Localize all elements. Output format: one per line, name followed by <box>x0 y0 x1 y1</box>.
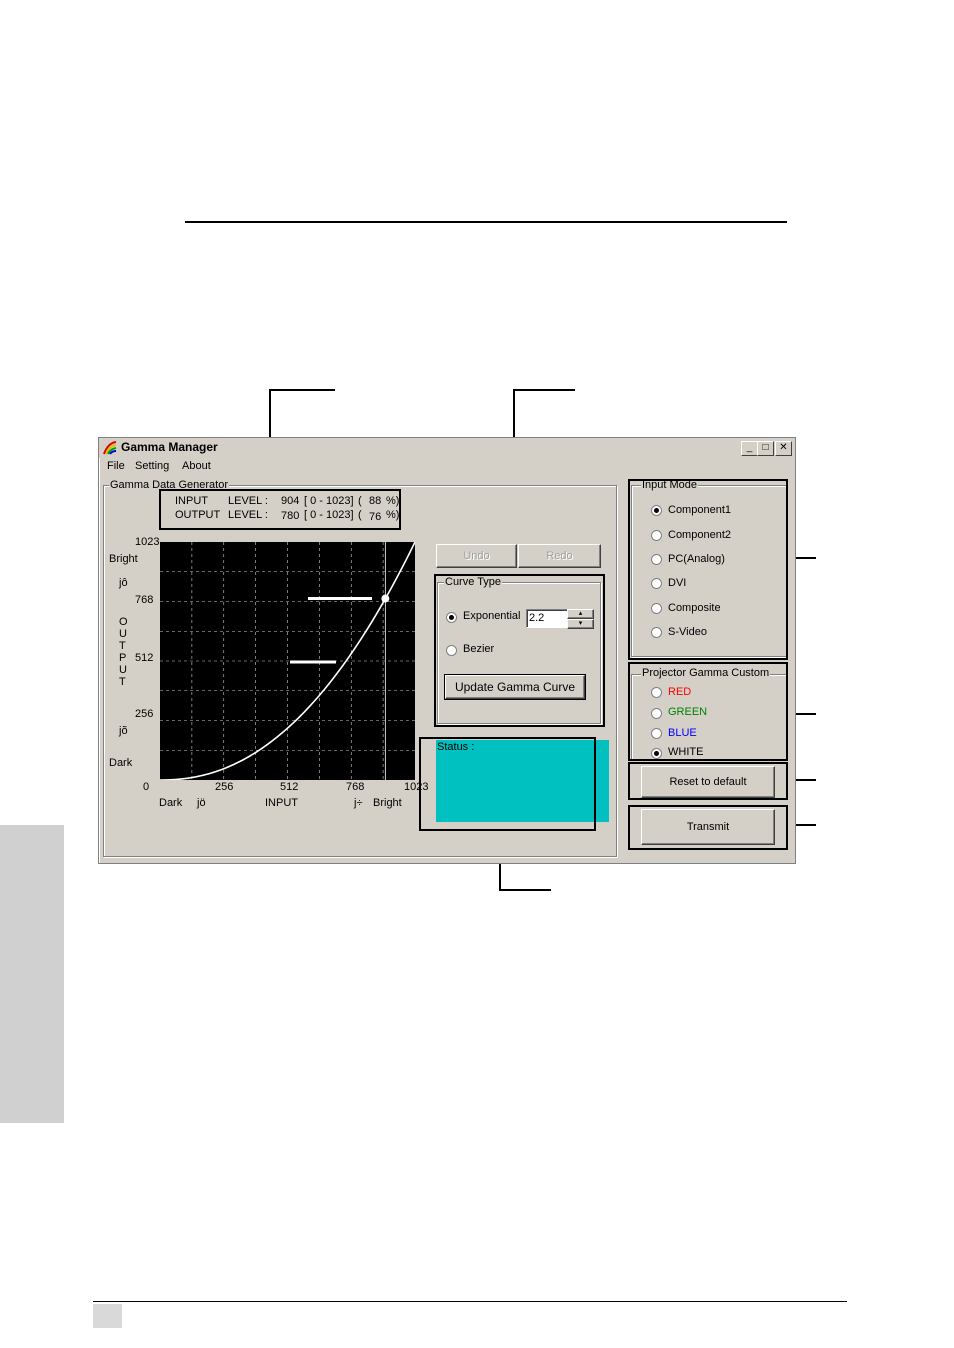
footer-rule <box>93 1301 847 1302</box>
x-axis-256: 256 <box>215 781 234 793</box>
reset-highlight <box>628 762 788 800</box>
y-axis-bright: Bright <box>109 553 138 565</box>
menu-file[interactable]: File <box>107 460 125 472</box>
page-number-box <box>93 1304 122 1328</box>
x-axis-512: 512 <box>280 781 299 793</box>
y-axis-letter-o: O <box>119 616 128 628</box>
window-title: Gamma Manager <box>121 440 218 454</box>
x-axis-arrow-right: j÷ <box>354 797 363 809</box>
page-title-rule <box>185 221 787 223</box>
y-axis-arrow-up: jô <box>119 577 128 589</box>
y-axis-letter-t: T <box>119 640 126 652</box>
level-readout-highlight <box>159 489 401 530</box>
y-axis-512: 512 <box>135 652 154 664</box>
y-axis-zero: 0 <box>143 781 150 793</box>
menu-setting[interactable]: Setting <box>135 460 169 472</box>
x-axis-768: 768 <box>346 781 365 793</box>
input-mode-highlight <box>628 479 788 660</box>
y-axis-dark: Dark <box>109 757 133 769</box>
y-axis-256: 256 <box>135 708 154 720</box>
x-axis-dark: Dark <box>159 797 183 809</box>
chapter-side-tab <box>0 825 64 1123</box>
close-button[interactable]: ✕ <box>775 441 792 456</box>
y-axis-arrow-down: jõ <box>119 725 128 737</box>
redo-button[interactable]: Redo <box>518 544 601 568</box>
x-axis-bright: Bright <box>373 797 402 809</box>
y-axis-letter-p: P <box>119 652 127 664</box>
title-bar: Gamma Manager _ □ ✕ <box>99 438 795 458</box>
curve-type-highlight <box>434 574 605 727</box>
minimize-button[interactable]: _ <box>741 441 758 456</box>
marker-point <box>381 594 390 603</box>
x-axis-input: INPUT <box>265 797 298 809</box>
maximize-button[interactable]: □ <box>757 441 774 456</box>
gamma-manager-window: Gamma Manager _ □ ✕ File Setting About G… <box>98 437 796 864</box>
y-axis-letter-t2: T <box>119 676 126 688</box>
transmit-highlight <box>628 805 788 850</box>
gamma-curve-plot[interactable] <box>160 542 415 780</box>
x-axis-arrow-left: jö <box>197 797 206 809</box>
y-axis-letter-u2: U <box>119 664 127 676</box>
y-axis-letter-u: U <box>119 628 127 640</box>
app-rainbow-icon <box>103 441 117 455</box>
y-axis-1023: 1023 <box>135 536 160 548</box>
undo-button[interactable]: Undo <box>436 544 517 568</box>
y-axis-768: 768 <box>135 594 154 606</box>
menu-bar: File Setting About <box>99 460 299 476</box>
status-highlight <box>419 737 596 831</box>
gamma-custom-highlight <box>628 662 788 761</box>
menu-about[interactable]: About <box>182 460 211 472</box>
